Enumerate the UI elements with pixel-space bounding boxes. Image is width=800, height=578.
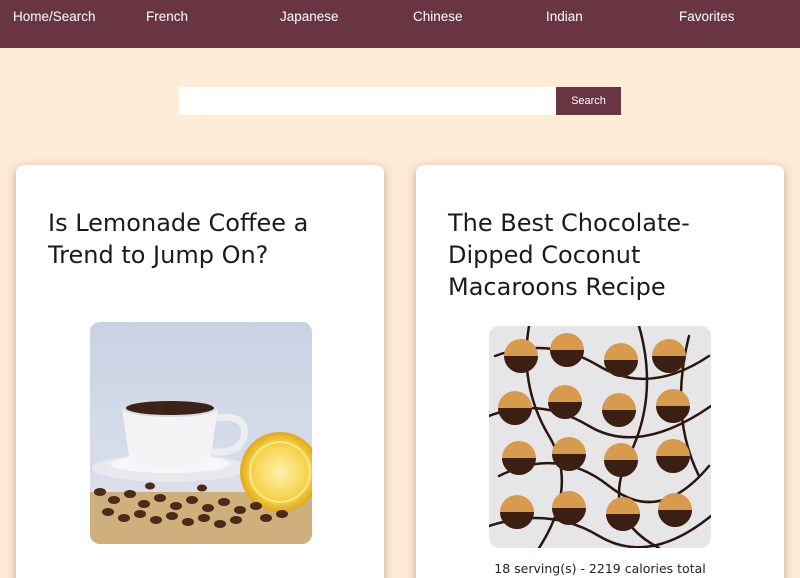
nav-link-favorites[interactable]: Favorites bbox=[679, 9, 735, 24]
card-title: Is Lemonade Coffee a Trend to Jump On? bbox=[48, 209, 309, 269]
search-input[interactable] bbox=[179, 87, 556, 115]
nav-link-home-search[interactable]: Home/Search bbox=[13, 9, 96, 24]
card-title: The Best Chocolate-Dipped Coconut Macaro… bbox=[448, 209, 690, 301]
card-servings-calories: 18 serving(s) - 2219 calories total bbox=[494, 561, 706, 576]
search-button[interactable]: Search bbox=[556, 87, 621, 115]
recipe-card[interactable]: The Best Chocolate-Dipped Coconut Macaro… bbox=[416, 165, 784, 578]
nav-link-french[interactable]: French bbox=[146, 9, 188, 24]
top-navbar: Home/Search French Japanese Chinese Indi… bbox=[0, 0, 800, 48]
coffee-cup-image bbox=[90, 322, 312, 544]
recipe-card[interactable]: Is Lemonade Coffee a Trend to Jump On? bbox=[16, 165, 384, 578]
macaroons-image bbox=[489, 326, 711, 548]
nav-link-japanese[interactable]: Japanese bbox=[280, 9, 339, 24]
nav-link-chinese[interactable]: Chinese bbox=[413, 9, 463, 24]
nav-link-indian[interactable]: Indian bbox=[546, 9, 583, 24]
